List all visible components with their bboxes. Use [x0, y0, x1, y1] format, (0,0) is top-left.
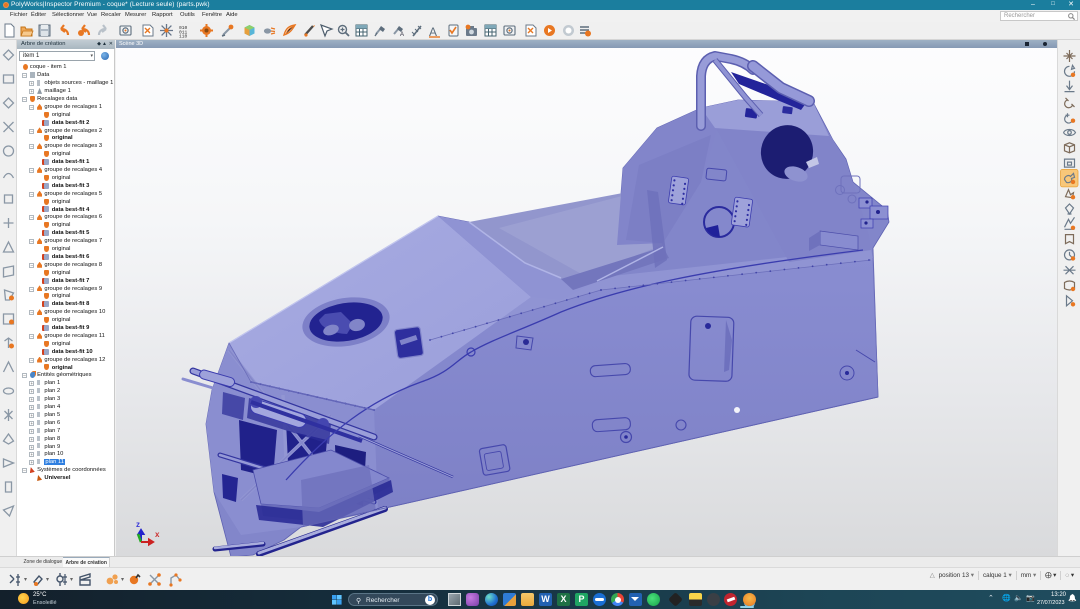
- svg-text:x: x: [155, 530, 160, 539]
- svg-text:▾: ▾: [46, 577, 49, 583]
- svg-text:▾: ▾: [24, 577, 27, 583]
- svg-text:▾: ▾: [70, 577, 73, 583]
- svg-text:A: A: [400, 32, 404, 38]
- svg-text:110: 110: [179, 34, 188, 40]
- svg-text:z: z: [136, 520, 140, 529]
- svg-text:▾: ▾: [121, 577, 124, 583]
